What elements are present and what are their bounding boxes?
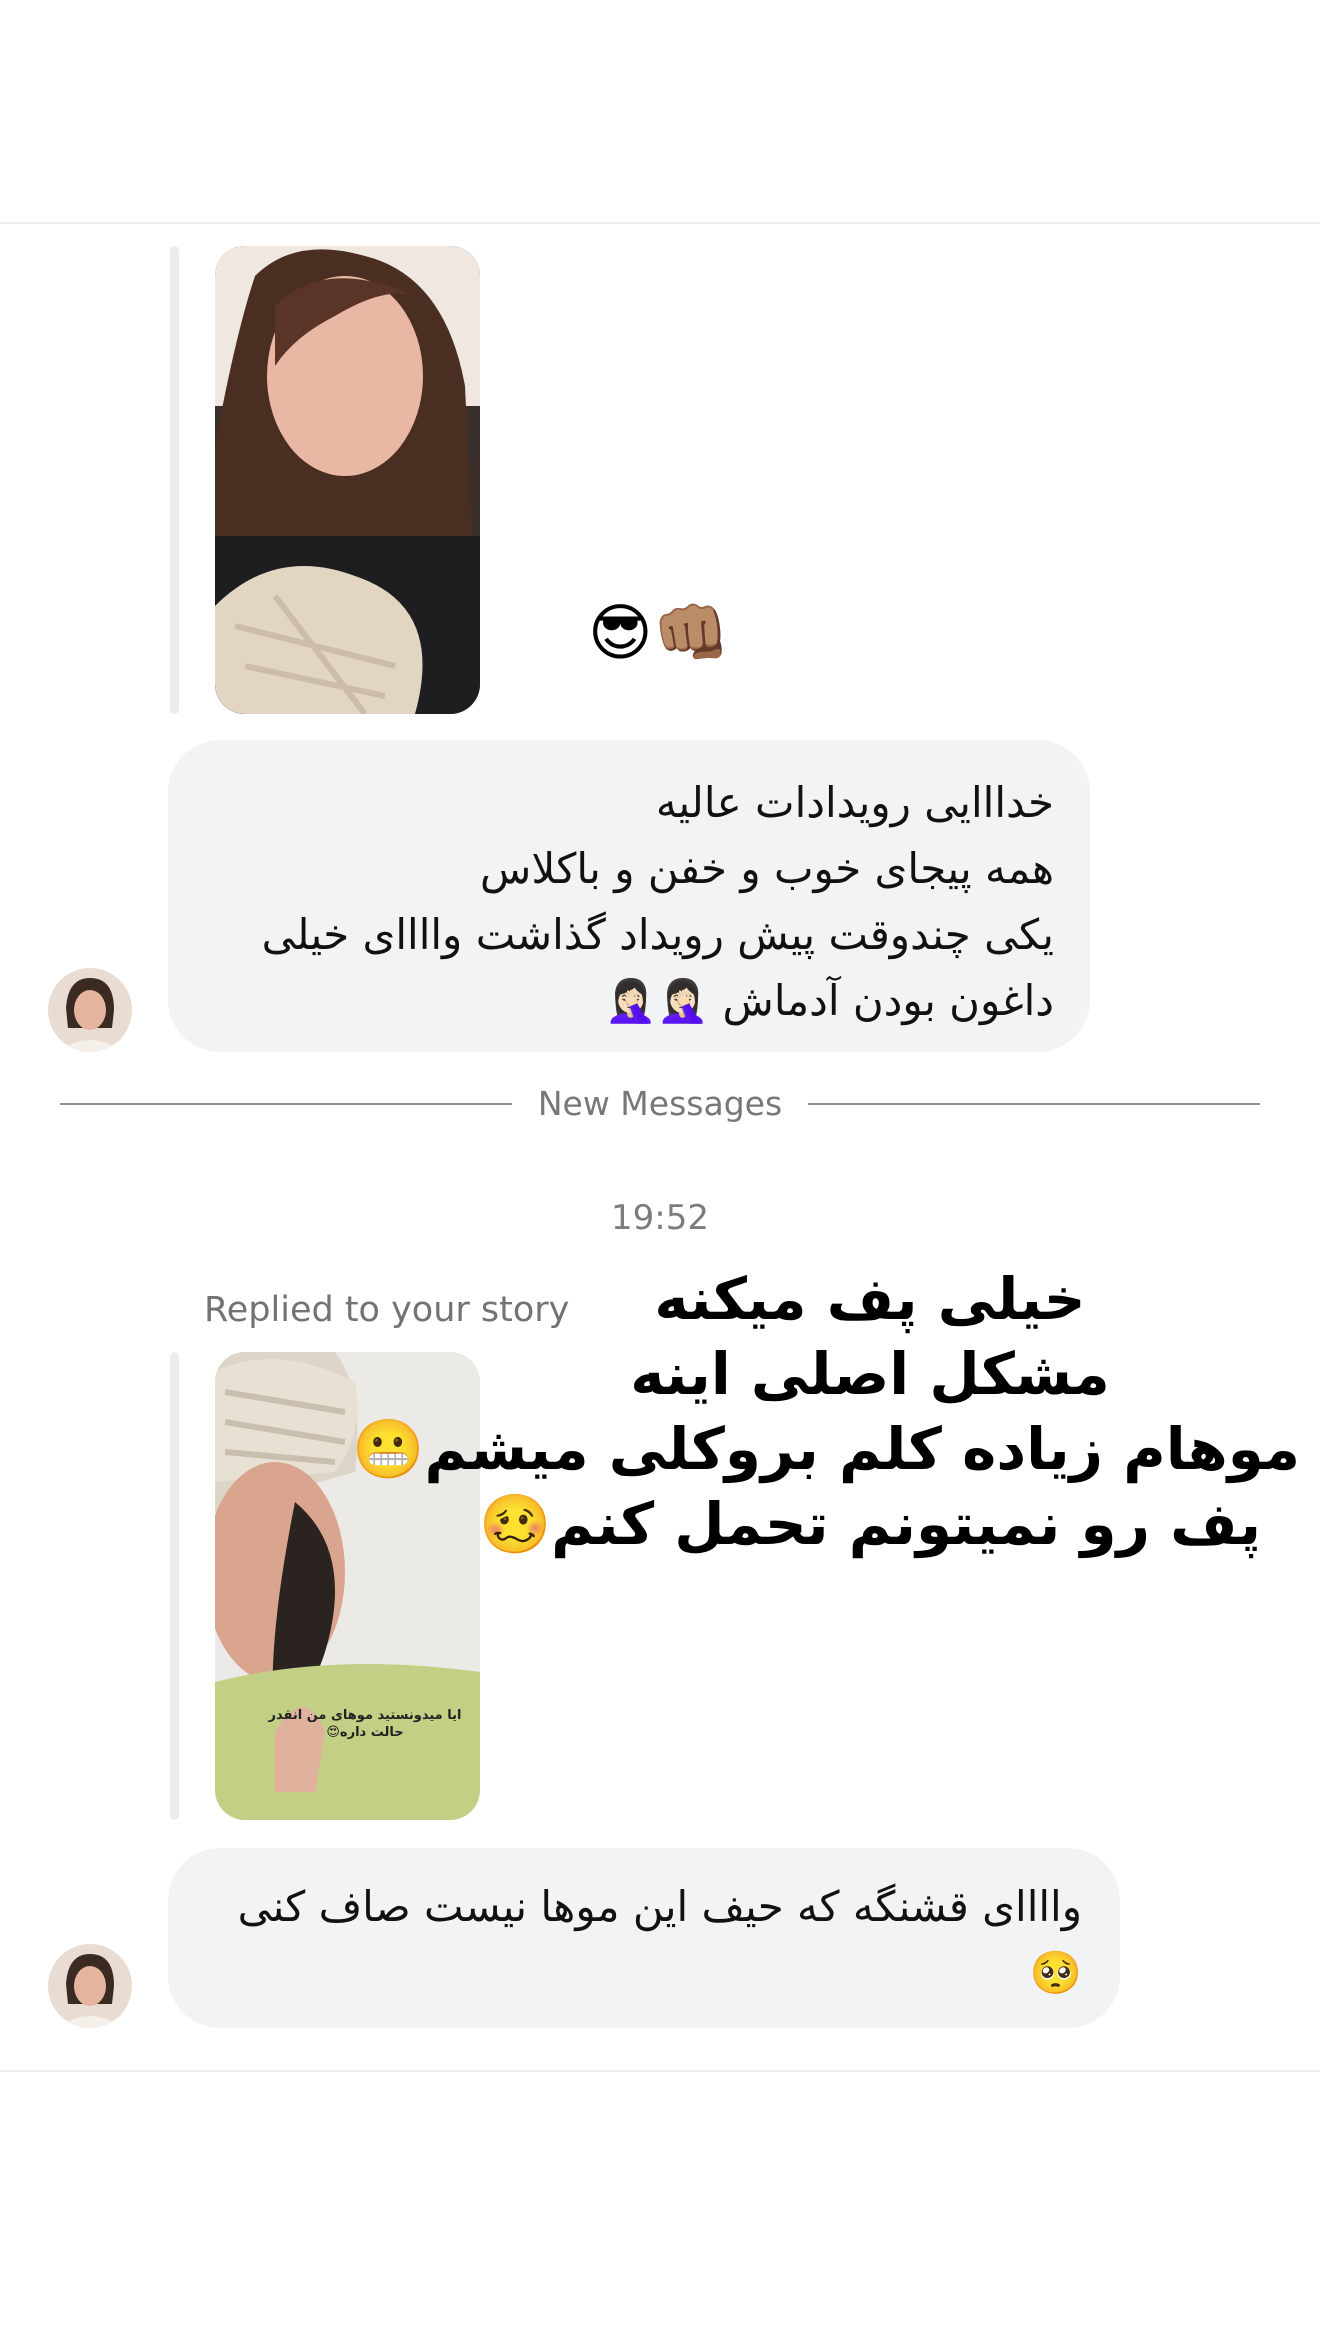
new-messages-label: New Messages bbox=[537, 1084, 783, 1123]
message-line: یکی چندوقت پیش رویداد گذاشت واااای خیلی bbox=[261, 910, 1054, 959]
divider-line-right bbox=[808, 1103, 1260, 1105]
story-photo-icon bbox=[215, 246, 480, 714]
header-area bbox=[0, 0, 1320, 222]
story-caption: ایا میدونستید موهای من انقدر حالت داره😍 bbox=[268, 1708, 462, 1740]
footer-divider bbox=[0, 2070, 1320, 2072]
avatar[interactable] bbox=[48, 968, 132, 1052]
overlay-line: خیلی پف میکنه bbox=[654, 1265, 1086, 1333]
reaction-emoji: 😎👊🏽 bbox=[588, 596, 730, 669]
overlay-line: موهام زیاده کلم بروکلی میشم😬 bbox=[352, 1415, 1300, 1483]
reply-indicator-bar bbox=[170, 246, 179, 714]
header-divider bbox=[0, 222, 1320, 224]
message-line: داغون بودن آدماش 🤦🏻‍♀️🤦🏻‍♀️ bbox=[604, 976, 1054, 1025]
message-line: خدااایی رویدادات عالیه bbox=[655, 778, 1054, 827]
message-line: 🥺 bbox=[1029, 1948, 1082, 1997]
overlay-line: پف رو نمیتونم تحمل کنم🥴 bbox=[478, 1490, 1262, 1558]
overlay-line: مشکل اصلی اینه bbox=[630, 1340, 1110, 1408]
story-thumbnail[interactable] bbox=[215, 246, 480, 714]
message-bubble[interactable]: واااای قشنگه که حیف این موها نیست صاف کن… bbox=[168, 1848, 1120, 2028]
divider-line-left bbox=[60, 1103, 512, 1105]
message-bubble[interactable]: خدااایی رویدادات عالیه همه پیجای خوب و خ… bbox=[168, 740, 1090, 1052]
contact-avatar-icon bbox=[48, 1944, 132, 2028]
overlay-annotation: خیلی پف میکنه مشکل اصلی اینه موهام زیاده… bbox=[352, 1262, 1300, 1562]
avatar[interactable] bbox=[48, 1944, 132, 2028]
reply-indicator-bar bbox=[170, 1352, 179, 1820]
message-timestamp: 19:52 bbox=[611, 1198, 709, 1238]
contact-avatar-icon bbox=[48, 968, 132, 1052]
message-line: واااای قشنگه که حیف این موها نیست صاف کن… bbox=[237, 1882, 1082, 1931]
message-line: همه پیجای خوب و خفن و باکلاس bbox=[480, 844, 1054, 893]
